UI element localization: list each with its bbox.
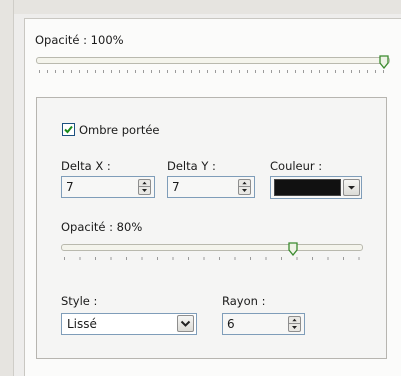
window-frame-top: [14, 0, 401, 14]
drop-shadow-checkbox[interactable]: [62, 123, 75, 136]
opacity-slider-thumb[interactable]: [379, 55, 389, 69]
delta-x-value[interactable]: 7: [66, 180, 74, 194]
color-picker[interactable]: [270, 176, 362, 199]
shadow-opacity-slider-ticks: [64, 257, 360, 260]
opacity-slider[interactable]: [36, 55, 390, 77]
shadow-opacity-label: Opacité : 80%: [61, 220, 143, 234]
color-dropdown-button[interactable]: [343, 179, 360, 196]
delta-y-value[interactable]: 7: [172, 180, 180, 194]
style-dropdown-button[interactable]: [177, 315, 194, 332]
opacity-slider-ticks: [39, 70, 387, 73]
color-swatch[interactable]: [274, 179, 341, 196]
shadow-opacity-slider-thumb[interactable]: [288, 242, 298, 256]
radius-label: Rayon :: [222, 294, 266, 308]
delta-y-spinner[interactable]: 7: [167, 176, 255, 198]
arrow-up-icon[interactable]: [289, 317, 300, 324]
arrow-down-icon[interactable]: [289, 324, 300, 331]
arrow-down-icon[interactable]: [239, 187, 250, 194]
arrow-down-icon[interactable]: [139, 187, 150, 194]
opacity-label: Opacité : 100%: [35, 33, 124, 47]
color-label: Couleur :: [270, 159, 323, 173]
delta-x-label: Delta X :: [61, 159, 111, 173]
drop-shadow-label[interactable]: Ombre portée: [79, 123, 159, 137]
arrow-up-icon[interactable]: [139, 180, 150, 187]
window-frame-left: [0, 0, 14, 376]
delta-y-label: Delta Y :: [167, 159, 216, 173]
checkmark-icon: [64, 125, 73, 134]
delta-y-stepper[interactable]: [238, 179, 251, 195]
style-select-value[interactable]: Lissé: [67, 317, 97, 331]
chevron-down-icon: [348, 186, 355, 190]
shadow-opacity-slider[interactable]: [61, 242, 363, 264]
shadow-opacity-slider-track[interactable]: [61, 244, 363, 251]
radius-spinner[interactable]: 6: [222, 313, 305, 335]
chevron-down-icon: [180, 320, 191, 327]
delta-x-spinner[interactable]: 7: [61, 176, 155, 198]
radius-value[interactable]: 6: [227, 317, 235, 331]
arrow-up-icon[interactable]: [239, 180, 250, 187]
opacity-slider-track[interactable]: [36, 57, 390, 64]
radius-stepper[interactable]: [288, 316, 301, 332]
style-select[interactable]: Lissé: [61, 313, 197, 335]
style-label: Style :: [61, 294, 98, 308]
delta-x-stepper[interactable]: [138, 179, 151, 195]
